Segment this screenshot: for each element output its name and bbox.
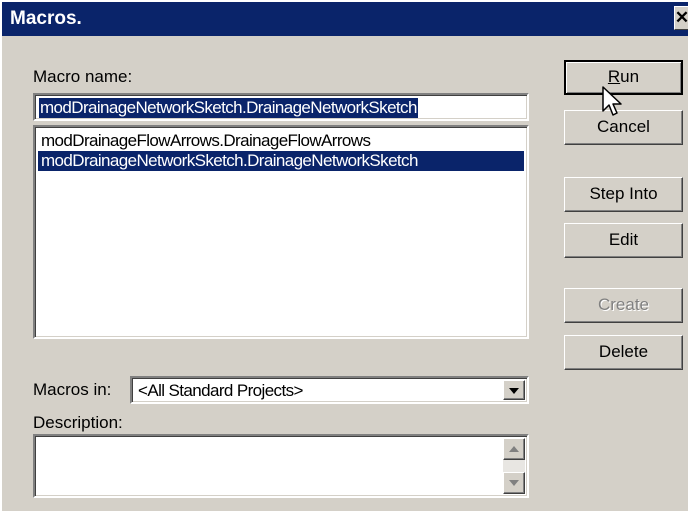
macros-in-label: Macros in:: [33, 380, 112, 399]
title-bar[interactable]: Macros. ✕: [2, 2, 688, 36]
scroll-down-arrow-icon: [509, 480, 519, 486]
scroll-down-button[interactable]: [503, 472, 525, 494]
scroll-up-arrow-icon: [509, 446, 519, 452]
run-access-key: R: [607, 67, 621, 86]
macros-in-dropdown[interactable]: <All Standard Projects>: [130, 376, 529, 404]
create-label: Create: [597, 295, 650, 314]
run-label-rest: un: [620, 67, 640, 86]
close-icon: ✕: [674, 8, 688, 27]
list-item[interactable]: modDrainageFlowArrows.DrainageFlowArrows: [38, 131, 524, 151]
list-item-label: modDrainageNetworkSketch.DrainageNetwork…: [41, 151, 418, 170]
dropdown-button[interactable]: [503, 380, 525, 400]
macro-name-value: modDrainageNetworkSketch.DrainageNetwork…: [39, 98, 418, 118]
macros-in-value: <All Standard Projects>: [138, 381, 303, 400]
list-item-label: modDrainageFlowArrows.DrainageFlowArrows: [41, 131, 371, 150]
create-button[interactable]: Create: [564, 288, 683, 323]
mouse-pointer-icon: [602, 86, 622, 116]
list-item[interactable]: modDrainageNetworkSketch.DrainageNetwork…: [38, 151, 524, 171]
edit-button[interactable]: Edit: [564, 223, 683, 258]
chevron-down-icon: [509, 388, 519, 394]
description-label: Description:: [33, 413, 123, 432]
delete-button[interactable]: Delete: [564, 335, 683, 370]
close-button[interactable]: ✕: [674, 6, 688, 30]
step-into-button[interactable]: Step Into: [564, 177, 683, 212]
description-scrollbar[interactable]: [503, 438, 525, 494]
edit-label: Edit: [608, 230, 639, 249]
macro-name-label: Macro name:: [33, 67, 133, 86]
scroll-up-button[interactable]: [503, 438, 525, 460]
step-into-label: Step Into: [589, 184, 658, 203]
macro-name-field[interactable]: modDrainageNetworkSketch.DrainageNetwork…: [33, 93, 529, 121]
description-field[interactable]: [33, 434, 529, 498]
macros-dialog: Macros. ✕ Macro name: modDrainageNetwork…: [1, 1, 688, 511]
window-title: Macros.: [10, 8, 82, 29]
delete-label: Delete: [598, 342, 649, 361]
macro-list[interactable]: modDrainageFlowArrows.DrainageFlowArrows…: [33, 125, 529, 339]
